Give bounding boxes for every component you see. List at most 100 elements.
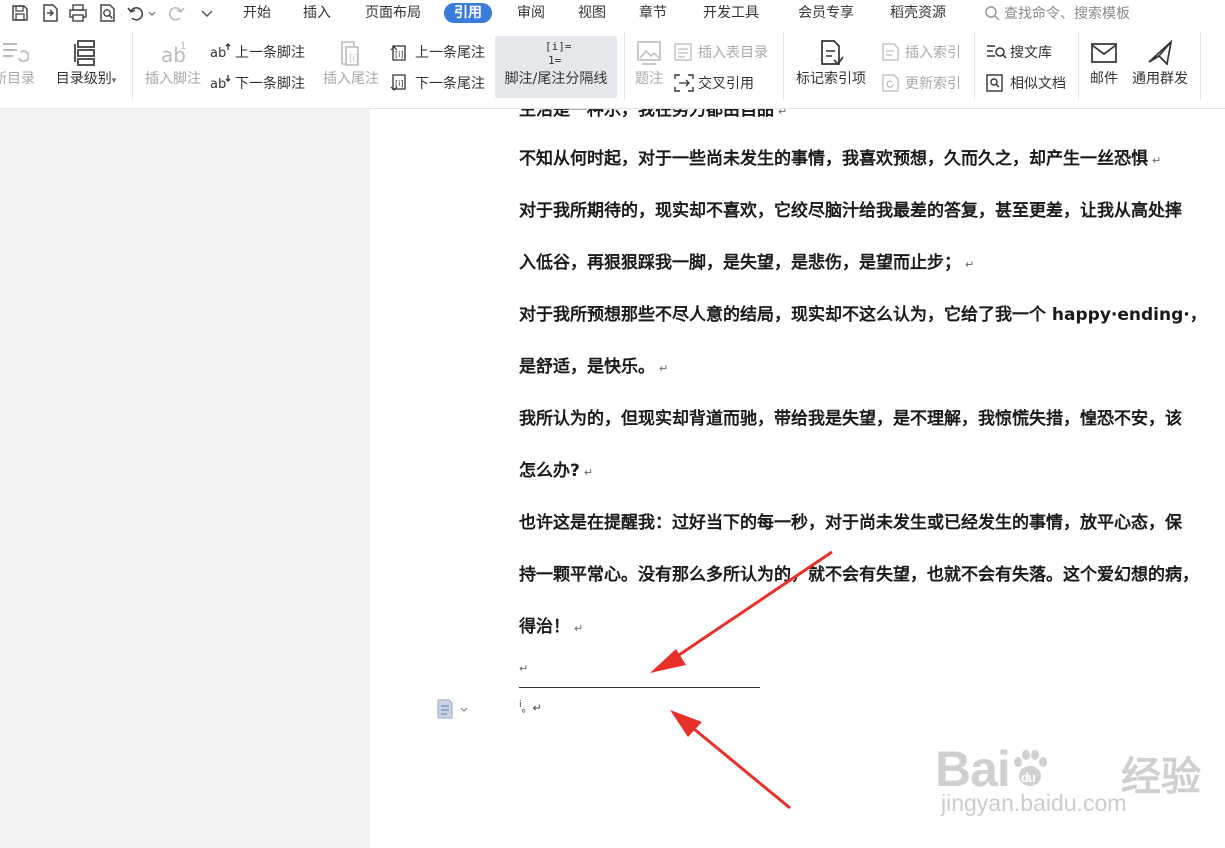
quick-access-more-icon[interactable] bbox=[197, 3, 217, 23]
mark-index-entry-icon bbox=[790, 38, 872, 68]
tab-chapter[interactable]: 章节 bbox=[639, 3, 667, 23]
svg-text:[i]=: [i]= bbox=[545, 40, 571, 53]
svg-text:[i]: [i] bbox=[349, 54, 359, 64]
insert-endnote-button[interactable]: [i] 插入尾注 bbox=[318, 38, 384, 88]
divider bbox=[1078, 32, 1079, 100]
watermark-brand-cn: 经验 bbox=[1121, 754, 1201, 800]
mail-icon bbox=[1084, 38, 1124, 68]
tab-insert[interactable]: 插入 bbox=[303, 3, 331, 23]
tab-view[interactable]: 视图 bbox=[578, 3, 606, 23]
toc-level-button[interactable]: 目录级别▾ bbox=[50, 38, 122, 88]
prev-endnote-button[interactable]: [i] 上一条尾注 bbox=[390, 41, 485, 63]
print-preview-icon[interactable] bbox=[97, 3, 117, 23]
svg-text:1=: 1= bbox=[548, 54, 562, 67]
insert-table-of-figures-label: 插入表目录 bbox=[698, 45, 768, 61]
insert-table-of-figures-button[interactable]: 插入表目录 bbox=[673, 41, 768, 63]
undo-dropdown-icon[interactable] bbox=[147, 3, 157, 23]
mass-mail-icon bbox=[1128, 38, 1192, 68]
next-footnote-button[interactable]: ab 下一条脚注 bbox=[210, 72, 305, 94]
paragraph-line: 我所认为的，但现实却背道而驰，带给我是失望，是不理解，我惊慌失措，惶恐不安，该 bbox=[519, 408, 1182, 430]
table-of-figures-icon bbox=[673, 42, 695, 62]
prev-footnote-label: 上一条脚注 bbox=[235, 45, 305, 61]
search-library-icon bbox=[985, 42, 1007, 62]
paragraph-line: 得治！ ↵ bbox=[519, 616, 583, 640]
paragraph-text: 对于我所期待的，现实却不喜欢，它绞尽脑汁给我最差的答复，甚至更差，让我从高处摔 bbox=[519, 201, 1182, 221]
insert-footnote-label: 插入脚注 bbox=[145, 71, 201, 87]
separator-line-icon: [i]= 1= bbox=[495, 38, 617, 68]
paragraph-line: 入低谷，再狠狠踩我一脚，是失望，是悲伤，是望而止步； ↵ bbox=[519, 252, 974, 276]
footnote-separator-button[interactable]: [i]= 1= 脚注/尾注分隔线 bbox=[495, 36, 617, 98]
footnote-separator-label: 脚注/尾注分隔线 bbox=[504, 71, 608, 87]
tab-developer[interactable]: 开发工具 bbox=[703, 3, 759, 23]
paragraph-mark: ↵ bbox=[574, 622, 584, 635]
update-index-button[interactable]: 更新索引 bbox=[880, 72, 961, 94]
footnote-options-icon[interactable] bbox=[436, 698, 470, 720]
tab-home[interactable]: 开始 bbox=[243, 3, 271, 23]
toc-level-label: 目录级别 bbox=[55, 71, 112, 87]
divider bbox=[974, 32, 975, 100]
export-pdf-icon[interactable] bbox=[40, 3, 60, 23]
mass-mail-button[interactable]: 通用群发 bbox=[1128, 38, 1192, 88]
mail-button[interactable]: 邮件 bbox=[1084, 38, 1124, 88]
prev-footnote-icon: ab bbox=[210, 42, 232, 62]
search-library-button[interactable]: 搜文库 bbox=[985, 41, 1052, 63]
paragraph-text: 持一颗平常心。没有那么多所认为的，就不会有失望，也就不会有失落。这个爱幻想的病， bbox=[519, 565, 1199, 585]
redo-icon[interactable] bbox=[166, 3, 186, 23]
paragraph-text: 也许这是在提醒我：过好当下的每一秒，对于尚未发生或已经发生的事情，放平心态，保 bbox=[519, 513, 1182, 533]
caption-button[interactable]: 题注 bbox=[630, 38, 668, 88]
footnote-separator-line[interactable] bbox=[519, 687, 760, 688]
paragraph-text: 我所认为的，但现实却背道而驰，带给我是失望，是不理解，我惊慌失措，惶恐不安，该 bbox=[519, 409, 1182, 429]
paragraph-text: 得治！ bbox=[519, 617, 570, 637]
watermark-url: jingyan.baidu.com bbox=[941, 790, 1127, 816]
mass-mail-label: 通用群发 bbox=[1132, 71, 1188, 87]
mark-index-entry-label: 标记索引项 bbox=[796, 71, 866, 87]
update-toc-button[interactable]: 新目录 bbox=[0, 38, 40, 88]
similar-docs-icon bbox=[985, 73, 1007, 93]
update-toc-label: 新目录 bbox=[0, 71, 35, 87]
watermark-paw-text: du bbox=[1021, 770, 1036, 785]
insert-index-icon bbox=[880, 42, 902, 62]
insert-index-button[interactable]: 插入索引 bbox=[880, 41, 961, 63]
tab-member[interactable]: 会员专享 bbox=[798, 3, 854, 23]
insert-index-label: 插入索引 bbox=[905, 45, 961, 61]
paragraph-mark: ↵ bbox=[659, 362, 669, 375]
undo-icon[interactable] bbox=[126, 3, 146, 23]
update-index-icon bbox=[880, 73, 902, 93]
paragraph-line: 怎么办? ↵ bbox=[519, 460, 593, 484]
caption-icon bbox=[630, 38, 668, 68]
paragraph-text: 入低谷，再狠狠踩我一脚，是失望，是悲伤，是望而止步； bbox=[519, 253, 961, 273]
mark-index-entry-button[interactable]: 标记索引项 bbox=[790, 38, 872, 88]
save-icon[interactable] bbox=[10, 3, 30, 23]
insert-footnote-button[interactable]: ab 1 插入脚注 bbox=[140, 38, 206, 88]
prev-footnote-button[interactable]: ab 上一条脚注 bbox=[210, 41, 305, 63]
tab-page-layout[interactable]: 页面布局 bbox=[365, 3, 421, 23]
similar-docs-button[interactable]: 相似文档 bbox=[985, 72, 1066, 94]
footnote[interactable]: i。↵ bbox=[519, 699, 542, 716]
mail-label: 邮件 bbox=[1090, 71, 1118, 87]
paragraph-line: 也许这是在提醒我：过好当下的每一秒，对于尚未发生或已经发生的事情，放平心态，保 bbox=[519, 512, 1182, 534]
insert-endnote-label: 插入尾注 bbox=[323, 71, 379, 87]
update-index-label: 更新索引 bbox=[905, 76, 961, 92]
prev-endnote-icon: [i] bbox=[390, 42, 412, 62]
print-icon[interactable] bbox=[68, 3, 88, 23]
paragraph-line: 对于我所预想那些不尽人意的结局，现实却不这么认为，它给了我一个 happy·en… bbox=[519, 304, 1207, 326]
svg-text:[i]: [i] bbox=[395, 50, 403, 59]
cross-reference-icon bbox=[673, 73, 695, 93]
chevron-down-icon: ▾ bbox=[111, 76, 117, 86]
command-search[interactable]: 查找命令、搜索模板 bbox=[984, 3, 1130, 23]
cross-reference-button[interactable]: 交叉引用 bbox=[673, 72, 754, 94]
tab-review[interactable]: 审阅 bbox=[517, 3, 545, 23]
tab-docer[interactable]: 稻壳资源 bbox=[890, 3, 946, 23]
next-endnote-icon: [i] bbox=[390, 73, 412, 93]
svg-text:ab: ab bbox=[210, 77, 226, 92]
toc-level-icon bbox=[50, 38, 122, 68]
svg-text:ab: ab bbox=[210, 46, 226, 61]
paragraph-mark: ↵ bbox=[1152, 154, 1162, 167]
similar-docs-label: 相似文档 bbox=[1010, 76, 1066, 92]
tab-references[interactable]: 引用 bbox=[444, 3, 492, 23]
footnote-text: 。↵ bbox=[521, 701, 542, 715]
next-endnote-button[interactable]: [i] 下一条尾注 bbox=[390, 72, 485, 94]
insert-endnote-icon: [i] bbox=[318, 38, 384, 68]
search-icon bbox=[985, 6, 1000, 21]
search-library-label: 搜文库 bbox=[1010, 45, 1052, 61]
